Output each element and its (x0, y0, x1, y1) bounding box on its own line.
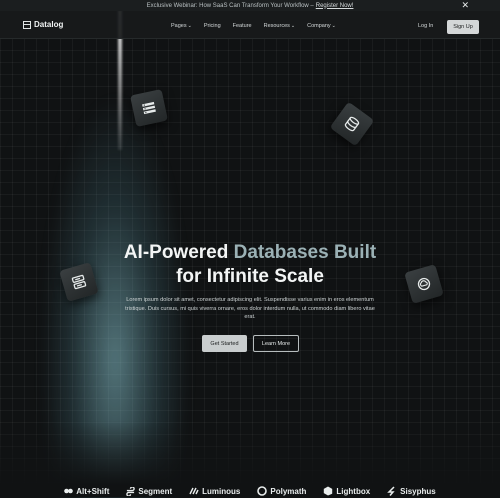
hero-title: AI-Powered Databases Built for Infinite … (0, 241, 500, 289)
nav-item-feature[interactable]: Feature (233, 23, 252, 29)
altshift-logo-icon (64, 488, 74, 494)
logo-lightbox: Lightbox (323, 486, 370, 496)
signup-button[interactable]: Sign Up (447, 20, 479, 34)
banner-text: Exclusive Webinar: How SaaS Can Transfor… (146, 2, 314, 9)
nav-menu: Pages⌄ Pricing Feature Resources⌄ Compan… (171, 23, 336, 29)
lightbox-logo-icon (324, 486, 333, 496)
segment-logo-icon (126, 486, 136, 496)
logo-text: Alt+Shift (76, 486, 110, 496)
logo-text: Datalog (34, 20, 64, 29)
logo-icon (23, 20, 31, 29)
nav-item-label: Pages (171, 23, 187, 29)
logo[interactable]: Datalog (23, 20, 63, 29)
chevron-down-icon: ⌄ (331, 23, 336, 29)
partner-logos: Alt+Shift Segment Luminous Polymath Ligh… (0, 484, 500, 498)
get-started-button[interactable]: Get Started (202, 335, 247, 352)
sisyphus-logo-icon (387, 486, 395, 496)
nav-item-pages[interactable]: Pages⌄ (171, 23, 192, 29)
logo-text: Lightbox (336, 486, 371, 496)
logo-polymath: Polymath (257, 486, 306, 496)
learn-more-button[interactable]: Learn More (253, 335, 299, 352)
login-link[interactable]: Log In (418, 23, 433, 29)
logo-text: Polymath (270, 486, 307, 496)
logo-luminous: Luminous (189, 487, 240, 496)
nav-item-resources[interactable]: Resources⌄ (264, 23, 296, 29)
logo-text: Segment (138, 486, 173, 496)
logo-segment: Segment (126, 486, 173, 496)
hero-title-accent: Databases Built (233, 242, 377, 263)
hero-title-line2: for Infinite Scale (176, 266, 324, 287)
hero-subtitle: Lorem ipsum dolor sit amet, consectetur … (125, 297, 375, 320)
logo-altshift: Alt+Shift (64, 487, 109, 496)
nav-item-pricing[interactable]: Pricing (204, 23, 221, 29)
top-navbar: Datalog Pages⌄ Pricing Feature Resources… (0, 11, 500, 39)
close-icon[interactable]: ✕ (461, 0, 469, 11)
banner-register-link[interactable]: Register Now! (316, 3, 354, 9)
luminous-logo-icon (189, 487, 199, 495)
hero-title-plain: AI-Powered (123, 242, 229, 263)
announcement-banner: Exclusive Webinar: How SaaS Can Transfor… (0, 0, 500, 11)
logo-sisyphus: Sisyphus (387, 486, 436, 496)
nav-item-company[interactable]: Company⌄ (307, 23, 336, 29)
nav-item-label: Resources (263, 23, 290, 29)
chevron-down-icon: ⌄ (290, 23, 296, 29)
chevron-down-icon: ⌄ (187, 23, 192, 29)
nav-item-label: Company (307, 23, 331, 29)
logo-text: Luminous (202, 486, 241, 496)
polymath-logo-icon (257, 486, 268, 496)
server-list-icon (130, 89, 168, 127)
logo-text: Sisyphus (400, 486, 436, 496)
